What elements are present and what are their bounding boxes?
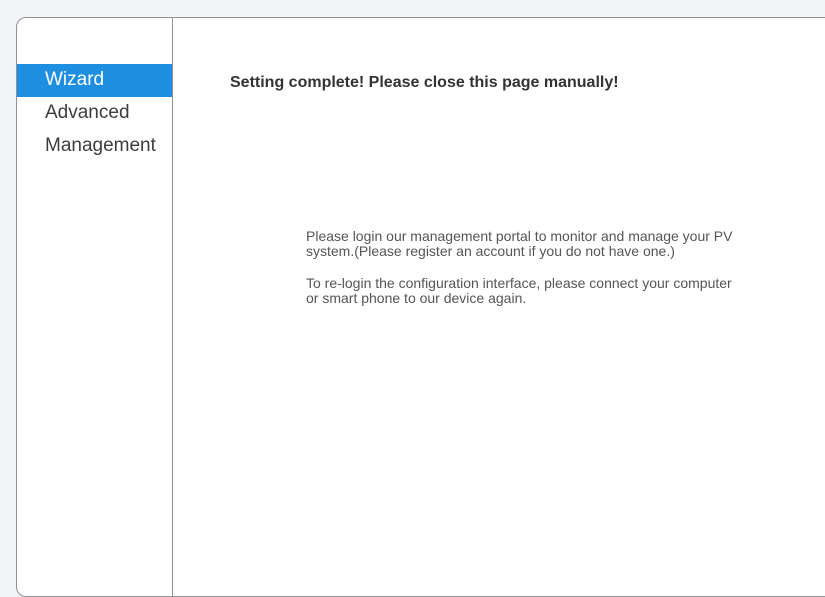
main-frame: Wizard Advanced Management Setting compl… [16, 17, 825, 597]
sidebar-nav: Wizard Advanced Management [17, 64, 172, 163]
sidebar-item-wizard[interactable]: Wizard [17, 64, 172, 97]
sidebar-item-management[interactable]: Management [17, 130, 172, 163]
info-text: Please login our management portal to mo… [306, 229, 736, 323]
relogin-paragraph: To re-login the configuration interface,… [306, 275, 732, 306]
content-panel: Setting complete! Please close this page… [173, 18, 825, 596]
sidebar: Wizard Advanced Management [17, 18, 173, 596]
setting-complete-heading: Setting complete! Please close this page… [230, 74, 619, 91]
portal-login-paragraph: Please login our management portal to mo… [306, 228, 733, 259]
sidebar-item-advanced[interactable]: Advanced [17, 97, 172, 130]
